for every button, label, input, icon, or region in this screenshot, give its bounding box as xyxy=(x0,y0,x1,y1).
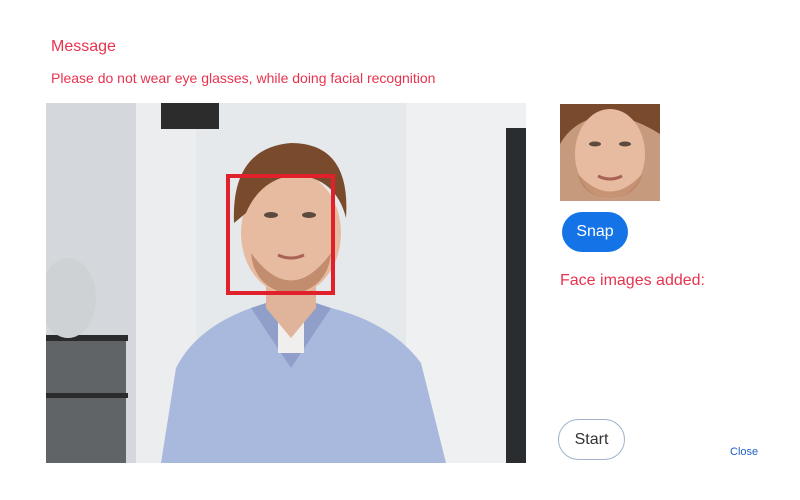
face-images-added-label: Face images added: xyxy=(560,272,705,289)
message-text: Please do not wear eye glasses, while do… xyxy=(51,70,436,86)
camera-feed-image xyxy=(46,103,526,463)
camera-feed xyxy=(46,103,526,463)
snap-button[interactable]: Snap xyxy=(562,212,628,252)
face-thumbnail xyxy=(560,104,660,201)
close-link[interactable]: Close xyxy=(730,446,758,458)
message-title: Message xyxy=(51,38,116,55)
start-button[interactable]: Start xyxy=(558,419,625,460)
